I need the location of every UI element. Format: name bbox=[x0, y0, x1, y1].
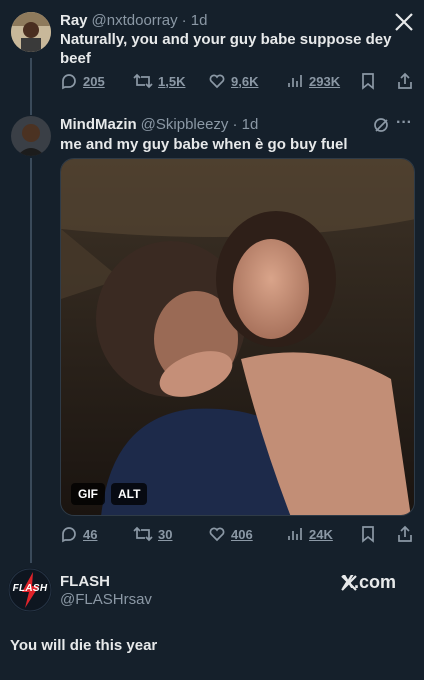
media-gif[interactable]: GIF ALT bbox=[60, 158, 415, 516]
retweet-count: 30 bbox=[158, 526, 173, 542]
reply-icon bbox=[60, 525, 78, 543]
reply-button[interactable]: 205 bbox=[60, 72, 105, 90]
tweet-text: me and my guy babe when è go buy fuel bbox=[60, 136, 348, 153]
view-count: 24K bbox=[309, 526, 333, 542]
avatar-flash[interactable]: FLASH bbox=[8, 568, 52, 612]
views-button[interactable]: 293K bbox=[286, 72, 340, 90]
reply-button[interactable]: 46 bbox=[60, 525, 97, 543]
views-icon bbox=[286, 72, 304, 90]
thread-line-bottom bbox=[30, 158, 32, 563]
retweet-count: 1,5K bbox=[158, 73, 186, 89]
xcom-text: X.com bbox=[342, 572, 397, 592]
bookmark-icon[interactable] bbox=[360, 72, 376, 90]
caption-text: You will die this year bbox=[10, 637, 158, 654]
timestamp[interactable]: · 1d bbox=[232, 116, 258, 133]
tweet-text: Naturally, you and your guy babe suppose… bbox=[60, 31, 392, 67]
gif-badge[interactable]: GIF bbox=[71, 483, 105, 505]
thread-line-top bbox=[30, 58, 32, 115]
alt-badge[interactable]: ALT bbox=[111, 483, 148, 505]
views-icon bbox=[286, 525, 304, 543]
avatar-ray[interactable] bbox=[11, 12, 51, 52]
footer-handle[interactable]: @FLASHrsav bbox=[60, 591, 152, 608]
timestamp[interactable]: · 1d bbox=[182, 12, 208, 29]
xcom-brand: X.com bbox=[340, 572, 396, 593]
reply-count: 205 bbox=[83, 73, 105, 89]
action-bar: 46 30 406 24K bbox=[60, 525, 415, 545]
author-name[interactable]: Ray bbox=[60, 12, 88, 29]
reply-icon bbox=[60, 72, 78, 90]
author-name[interactable]: MindMazin bbox=[60, 116, 137, 133]
reply-count: 46 bbox=[83, 526, 98, 542]
retweet-button[interactable]: 1,5K bbox=[133, 72, 185, 90]
heart-icon bbox=[208, 72, 226, 90]
bookmark-icon[interactable] bbox=[360, 525, 376, 543]
like-count: 406 bbox=[231, 526, 253, 542]
views-button[interactable]: 24K bbox=[286, 525, 333, 543]
grok-icon[interactable] bbox=[372, 116, 390, 134]
flash-logo-text: FLASH bbox=[12, 583, 48, 594]
action-bar: 205 1,5K 9,6K 293K bbox=[60, 72, 415, 92]
heart-icon bbox=[208, 525, 226, 543]
like-button[interactable]: 9,6K bbox=[208, 72, 258, 90]
share-icon[interactable] bbox=[396, 72, 414, 90]
share-icon[interactable] bbox=[396, 525, 414, 543]
retweet-button[interactable]: 30 bbox=[133, 525, 172, 543]
more-options-icon[interactable]: ··· bbox=[396, 114, 412, 132]
retweet-icon bbox=[133, 72, 153, 90]
footer-name[interactable]: FLASH bbox=[60, 573, 110, 590]
avatar-mindmazin[interactable] bbox=[11, 116, 51, 156]
retweet-icon bbox=[133, 525, 153, 543]
x-logo-icon[interactable] bbox=[394, 12, 414, 32]
view-count: 293K bbox=[309, 73, 341, 89]
like-button[interactable]: 406 bbox=[208, 525, 253, 543]
author-handle[interactable]: @nxtdoorray bbox=[92, 12, 178, 29]
like-count: 9,6K bbox=[231, 73, 259, 89]
author-handle[interactable]: @Skipbleezy bbox=[141, 116, 229, 133]
